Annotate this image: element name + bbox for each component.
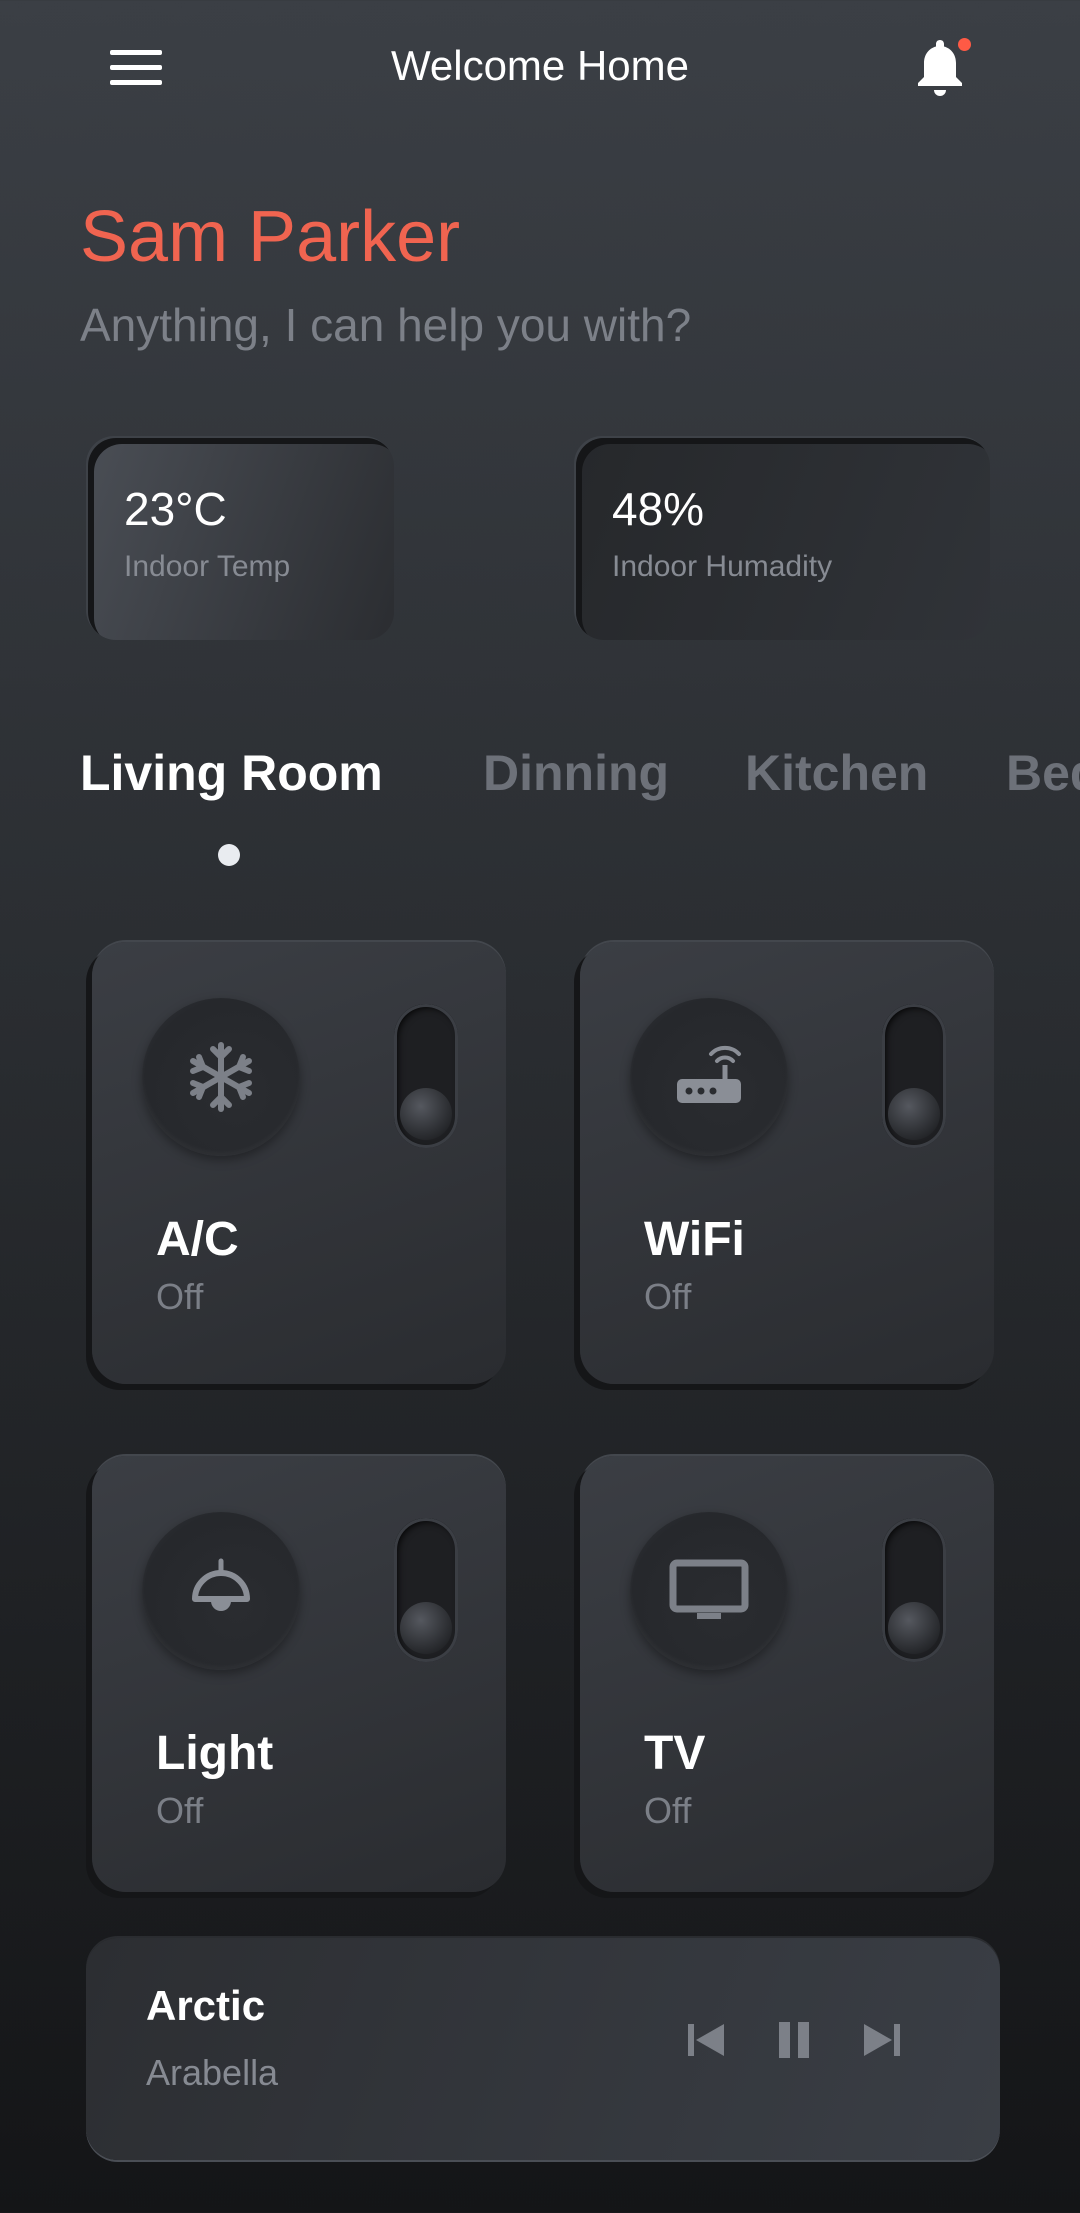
device-status: Off bbox=[644, 1790, 692, 1831]
device-status: Off bbox=[644, 1276, 692, 1317]
device-title: A/C bbox=[156, 1213, 239, 1266]
indoor-temp-card: 23°C Indoor Temp bbox=[88, 438, 394, 640]
wifi-toggle[interactable] bbox=[882, 1004, 946, 1148]
device-title: TV bbox=[644, 1727, 706, 1780]
music-player: Arctic Arabella bbox=[86, 1938, 1000, 2160]
device-card-tv[interactable]: TV Off bbox=[580, 1456, 994, 1892]
skip-previous-icon bbox=[688, 2024, 724, 2056]
indoor-temp-label: Indoor Temp bbox=[124, 550, 291, 583]
device-icon-holder bbox=[630, 1512, 788, 1670]
device-card-wifi[interactable]: WiFi Off bbox=[580, 942, 994, 1384]
device-icon-holder bbox=[142, 1512, 300, 1670]
song-artist: Arabella bbox=[146, 2052, 279, 2093]
next-button[interactable] bbox=[858, 2016, 906, 2064]
tab-living-room[interactable]: Living Room bbox=[80, 744, 383, 802]
pause-button[interactable] bbox=[770, 2016, 818, 2064]
ac-toggle[interactable] bbox=[394, 1004, 458, 1148]
previous-button[interactable] bbox=[682, 2016, 730, 2064]
user-name: Sam Parker bbox=[80, 197, 461, 277]
toggle-knob bbox=[400, 1088, 452, 1140]
song-title: Arctic bbox=[146, 1982, 266, 2029]
ceiling-lamp-icon bbox=[192, 1558, 250, 1611]
device-status: Off bbox=[156, 1276, 204, 1317]
snowflake-icon bbox=[190, 1042, 252, 1112]
device-title: WiFi bbox=[644, 1213, 745, 1266]
tv-toggle[interactable] bbox=[882, 1518, 946, 1662]
device-card-ac[interactable]: A/C Off bbox=[92, 942, 506, 1384]
toggle-knob bbox=[400, 1602, 452, 1654]
device-icon-holder bbox=[630, 998, 788, 1156]
notification-dot bbox=[958, 38, 971, 51]
active-tab-indicator bbox=[218, 844, 240, 866]
pause-icon bbox=[779, 2022, 809, 2058]
toggle-knob bbox=[888, 1602, 940, 1654]
tab-dinning[interactable]: Dinning bbox=[483, 744, 669, 802]
greeting-subtitle: Anything, I can help you with? bbox=[80, 299, 692, 351]
router-icon bbox=[677, 1045, 741, 1103]
indoor-humidity-label: Indoor Humadity bbox=[612, 550, 833, 583]
light-toggle[interactable] bbox=[394, 1518, 458, 1662]
indoor-humidity-value: 48% bbox=[612, 483, 705, 535]
tab-kitchen[interactable]: Kitchen bbox=[745, 744, 928, 802]
device-title: Light bbox=[156, 1727, 274, 1780]
tab-bed[interactable]: Bed bbox=[1006, 744, 1080, 802]
device-status: Off bbox=[156, 1790, 204, 1831]
device-icon-holder bbox=[142, 998, 300, 1156]
indoor-temp-value: 23°C bbox=[124, 483, 227, 535]
skip-next-icon bbox=[864, 2024, 900, 2056]
device-card-light[interactable]: Light Off bbox=[92, 1456, 506, 1892]
toggle-knob bbox=[888, 1088, 940, 1140]
room-tabs: Living Room Dinning Kitchen Bed bbox=[80, 744, 1080, 804]
monitor-icon bbox=[669, 1559, 749, 1619]
indoor-humidity-card: 48% Indoor Humadity bbox=[576, 438, 990, 640]
